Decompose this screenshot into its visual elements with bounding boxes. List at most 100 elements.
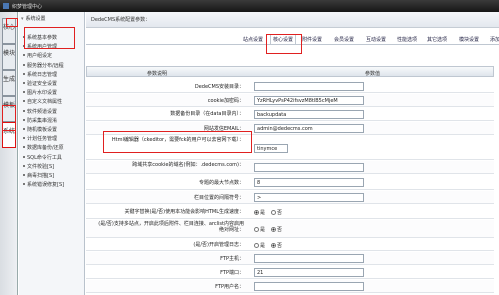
setting-label: 关键字替换(是/否)使用本功能会影响HTML生成速度： bbox=[124, 209, 244, 215]
settings-row: (是/否)支持多站点，开启此项后附件、栏目连接、arclist内容启用绝对网址：… bbox=[86, 220, 494, 238]
setting-label: 数据备份目录（在data目录内）： bbox=[170, 111, 244, 117]
config-tabs: 站点设置 核心设置 附件设置 会员设置 互动设置 性能选项 其它选项 模块设置 添加 bbox=[86, 32, 499, 45]
config-tab-3[interactable]: 会员设置 bbox=[334, 36, 354, 43]
menu-item-14[interactable]: 文件校验[S] bbox=[22, 163, 54, 171]
setting-label: 跨域共享cookie的域名(例如：.dedecms.com)： bbox=[132, 162, 244, 168]
setting-label: cookie加密码： bbox=[207, 97, 244, 104]
main-panel: DedeCMS系统配置参数： 站点设置 核心设置 附件设置 会员设置 互动设置 性能选项 其… bbox=[86, 12, 499, 295]
menu-heading-text: 系统设置 bbox=[25, 16, 46, 22]
setting-input[interactable]: admin@dedecms.com bbox=[254, 124, 364, 133]
radio-yes-icon[interactable] bbox=[254, 210, 259, 215]
radio-yes-icon[interactable] bbox=[254, 243, 259, 248]
config-tab-4[interactable]: 互动设置 bbox=[366, 36, 386, 43]
radio-no-label: 否 bbox=[277, 243, 283, 249]
settings-row: FTP用户名： bbox=[86, 280, 494, 293]
settings-row: FTP主机： bbox=[86, 252, 494, 265]
setting-input[interactable]: tinymce bbox=[254, 143, 288, 153]
nav-tab-1[interactable]: 模块 bbox=[2, 44, 16, 70]
settings-row: Html编辑器（ckeditor，需要fck的用户可以去官网下载）： tinymc… bbox=[86, 136, 494, 160]
setting-label: 专题的最大节点数： bbox=[198, 179, 244, 186]
window-title: 织梦管理中心 bbox=[12, 4, 43, 10]
menu-item-5[interactable]: 验证安全设置 bbox=[22, 80, 57, 88]
column-value-header: 参数值 bbox=[365, 71, 381, 77]
setting-input[interactable] bbox=[254, 282, 364, 291]
setting-input[interactable] bbox=[254, 254, 364, 263]
menu-item-0[interactable]: 系统基本参数 bbox=[22, 34, 57, 42]
menu-heading: ▾ 系统设置 bbox=[21, 15, 81, 24]
category-sidebar: 核心 模块 生成 模板 系统 bbox=[0, 12, 18, 295]
setting-label: DedeCMS安装目录： bbox=[194, 83, 244, 90]
radio-no-icon[interactable] bbox=[271, 227, 277, 232]
table-header: 参数说明 参数值 bbox=[86, 66, 494, 77]
settings-row: 网站发信EMAIL： admin@dedecms.com bbox=[86, 122, 494, 135]
setting-radio-group: 是否 bbox=[254, 209, 282, 216]
menu-item-2[interactable]: 用户组设定 bbox=[22, 52, 52, 60]
setting-input[interactable] bbox=[254, 82, 364, 91]
app-logo-icon bbox=[3, 3, 9, 9]
menu-item-1[interactable]: 系统用户管理 bbox=[22, 43, 57, 51]
menu-item-13[interactable]: SQL命令行工具 bbox=[23, 154, 62, 162]
settings-row: DedeCMS安装目录： bbox=[86, 80, 494, 93]
radio-no-icon[interactable] bbox=[271, 243, 277, 248]
setting-label: FTP主机： bbox=[220, 255, 244, 262]
radio-yes-label: 是 bbox=[260, 210, 266, 216]
nav-tab-4[interactable]: 系统 bbox=[2, 122, 16, 148]
config-tab-6[interactable]: 其它选项 bbox=[427, 36, 447, 43]
radio-no-label: 否 bbox=[277, 227, 283, 233]
menu-item-3[interactable]: 服务器分布/远程 bbox=[23, 62, 64, 70]
config-tab-0[interactable]: 站点设置 bbox=[243, 36, 263, 43]
setting-label: (是/否)支持多站点，开启此项后附件、栏目连接、arclist内容启用绝对网址： bbox=[98, 221, 244, 233]
setting-label: Html编辑器（ckeditor，需要fck的用户可以去官网下载）： bbox=[111, 137, 244, 143]
setting-input[interactable]: > bbox=[254, 193, 364, 202]
setting-input[interactable]: YzRHLyvPsP42ifsvzM8tlB5cMjeM bbox=[254, 96, 364, 105]
settings-row: cookie加密码： YzRHLyvPsP42ifsvzM8tlB5cMjeM bbox=[86, 94, 494, 107]
title-bar: 织梦管理中心 bbox=[0, 0, 499, 12]
settings-row: FTP端口： 21 bbox=[86, 266, 494, 279]
menu-item-11[interactable]: 计划任务管理 bbox=[22, 135, 57, 143]
menu-item-9[interactable]: 防采集串混淆 bbox=[22, 117, 57, 125]
settings-row: 数据备份目录（在data目录内）： backupdata bbox=[86, 107, 494, 121]
settings-menu: ▾ 系统设置 系统基本参数 系统用户管理 用户组设定服务器分布/远程 系统日志管理 验证安… bbox=[19, 12, 85, 295]
menu-item-12[interactable]: 数据库备份/还原 bbox=[23, 144, 64, 152]
config-tab-7[interactable]: 模块设置 bbox=[459, 36, 479, 43]
page-title: DedeCMS系统配置参数： bbox=[91, 17, 151, 23]
column-name-header: 参数说明 bbox=[147, 71, 168, 77]
menu-item-16[interactable]: 系统错误修复[S] bbox=[22, 181, 64, 189]
nav-tab-2[interactable]: 生成 bbox=[2, 70, 16, 96]
menu-item-15[interactable]: 病毒扫描[S] bbox=[22, 172, 54, 180]
nav-tab-0[interactable]: 核心 bbox=[2, 18, 16, 44]
setting-radio-group: 是否 bbox=[254, 242, 282, 249]
config-tab-5[interactable]: 性能选项 bbox=[397, 36, 417, 43]
settings-row: 栏目位置的间隔符号： > bbox=[86, 191, 494, 204]
menu-item-7[interactable]: 自定义文档属性 bbox=[22, 98, 62, 106]
setting-label: 栏目位置的间隔符号： bbox=[193, 194, 244, 201]
setting-input[interactable]: 21 bbox=[254, 268, 364, 277]
config-tab-8[interactable]: 添加 bbox=[490, 36, 499, 43]
setting-input[interactable] bbox=[254, 163, 364, 172]
menu-item-10[interactable]: 随机模板设置 bbox=[22, 126, 57, 134]
page-header: DedeCMS系统配置参数： bbox=[86, 12, 499, 28]
settings-row: 专题的最大节点数： 8 bbox=[86, 175, 494, 190]
setting-input[interactable]: backupdata bbox=[254, 109, 364, 119]
setting-label: FTP用户名： bbox=[215, 283, 244, 290]
nav-tab-3[interactable]: 模板 bbox=[2, 96, 16, 122]
radio-yes-icon[interactable] bbox=[254, 227, 259, 232]
collapse-triangle-icon[interactable]: ▾ bbox=[21, 16, 24, 22]
settings-row: (是/否)开启管理日志：是否 bbox=[86, 239, 494, 251]
menu-item-8[interactable]: 软件频道设置 bbox=[22, 108, 57, 116]
config-tab-2[interactable]: 附件设置 bbox=[302, 36, 322, 43]
menu-item-4[interactable]: 系统日志管理 bbox=[22, 71, 57, 79]
radio-no-icon[interactable] bbox=[271, 210, 277, 215]
setting-label: 网站发信EMAIL： bbox=[203, 125, 244, 132]
radio-yes-label: 是 bbox=[260, 243, 266, 249]
radio-yes-label: 是 bbox=[260, 227, 266, 233]
setting-radio-group: 是否 bbox=[254, 226, 282, 233]
setting-input[interactable]: 8 bbox=[254, 178, 364, 187]
setting-label: (是/否)开启管理日志： bbox=[193, 242, 244, 248]
setting-label: FTP端口： bbox=[220, 269, 244, 276]
radio-no-label: 否 bbox=[277, 210, 283, 216]
settings-row: 关键字替换(是/否)使用本功能会影响HTML生成速度：是否 bbox=[86, 205, 494, 219]
menu-item-6[interactable]: 图片水印设置 bbox=[22, 89, 57, 97]
config-tab-1[interactable]: 核心设置 bbox=[270, 34, 297, 44]
settings-row: 跨域共享cookie的域名(例如：.dedecms.com)： bbox=[86, 161, 494, 174]
